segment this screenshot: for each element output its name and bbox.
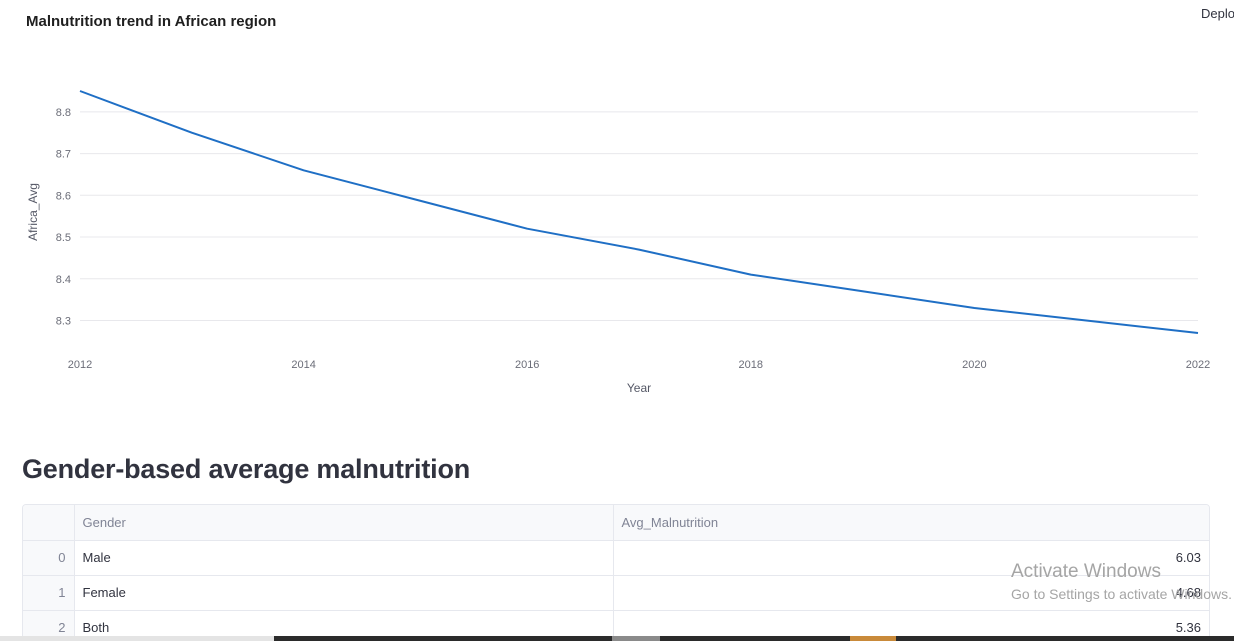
row-index-cell: 0	[23, 540, 75, 576]
y-tick-label: 8.6	[56, 190, 71, 202]
x-tick-label: 2016	[515, 359, 539, 371]
y-tick-label: 8.8	[56, 107, 71, 119]
y-axis-label: Africa_Avg	[26, 183, 40, 241]
taskbar-segment	[612, 636, 660, 641]
gender-cell[interactable]: Male	[74, 540, 614, 576]
taskbar-segment	[0, 636, 274, 641]
row-index-cell: 1	[23, 575, 75, 611]
table-row[interactable]: 1 Female 4.68	[23, 575, 1209, 611]
column-header-gender[interactable]: Gender	[74, 505, 614, 541]
avg-malnutrition-cell[interactable]: 6.03	[613, 540, 1209, 576]
series-line	[79, 90, 1199, 334]
x-tick-label: 2020	[962, 359, 986, 371]
y-tick-label: 8.3	[56, 315, 71, 327]
section-heading: Gender-based average malnutrition	[22, 454, 471, 484]
avg-malnutrition-cell[interactable]: 4.68	[613, 575, 1209, 611]
column-header-index[interactable]	[23, 505, 75, 541]
y-tick-label: 8.5	[56, 232, 71, 244]
x-tick-label: 2014	[291, 359, 315, 371]
x-tick-label: 2012	[68, 359, 92, 371]
line-chart: 8.3 8.4 8.5 8.6 8.7 8.8 2012 2014 2016 2018 2020 20…	[26, 90, 1210, 395]
x-tick-label: 2022	[1186, 359, 1210, 371]
taskbar-segment	[850, 636, 896, 641]
y-tick-label: 8.7	[56, 149, 71, 161]
dataframe-table[interactable]: Gender Avg_Malnutrition 0 Male 6.03 1 Fe…	[22, 504, 1210, 641]
x-axis-label: Year	[627, 381, 651, 395]
taskbar-strip	[0, 636, 1234, 641]
table-row[interactable]: 0 Male 6.03	[23, 540, 1209, 576]
column-header-avg-malnutrition[interactable]: Avg_Malnutrition	[613, 505, 1209, 541]
gender-cell[interactable]: Female	[74, 575, 614, 611]
y-tick-label: 8.4	[56, 274, 71, 286]
table-header-row: Gender Avg_Malnutrition	[23, 505, 1209, 541]
x-tick-label: 2018	[739, 359, 763, 371]
